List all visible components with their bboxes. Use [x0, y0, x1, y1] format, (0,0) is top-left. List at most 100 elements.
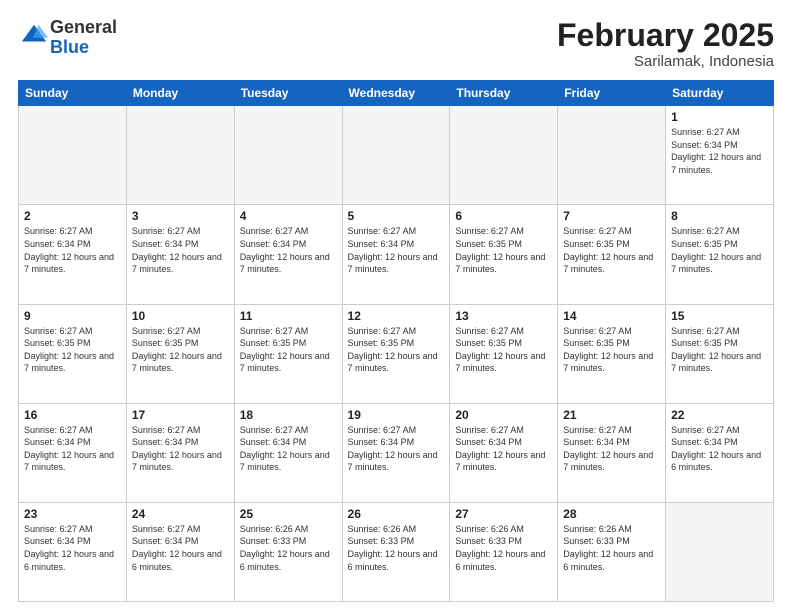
cell-w5-d1: 23 Sunrise: 6:27 AM Sunset: 6:34 PM Dayli…	[19, 502, 127, 601]
cell-w3-d4: 12 Sunrise: 6:27 AM Sunset: 6:35 PM Dayli…	[342, 304, 450, 403]
day-number: 9	[24, 309, 121, 323]
day-number: 23	[24, 507, 121, 521]
day-info: Sunrise: 6:27 AM Sunset: 6:34 PM Dayligh…	[132, 424, 229, 474]
cell-w5-d4: 26 Sunrise: 6:26 AM Sunset: 6:33 PM Dayli…	[342, 502, 450, 601]
day-info: Sunrise: 6:26 AM Sunset: 6:33 PM Dayligh…	[348, 523, 445, 573]
day-number: 15	[671, 309, 768, 323]
day-info: Sunrise: 6:27 AM Sunset: 6:35 PM Dayligh…	[671, 225, 768, 275]
day-number: 8	[671, 209, 768, 223]
cell-w3-d1: 9 Sunrise: 6:27 AM Sunset: 6:35 PM Daylig…	[19, 304, 127, 403]
calendar-subtitle: Sarilamak, Indonesia	[557, 53, 774, 70]
day-number: 21	[563, 408, 660, 422]
day-info: Sunrise: 6:27 AM Sunset: 6:34 PM Dayligh…	[24, 424, 121, 474]
header: General Blue February 2025 Sarilamak, In…	[18, 18, 774, 70]
calendar-title: February 2025	[557, 18, 774, 53]
day-number: 20	[455, 408, 552, 422]
cell-w1-d5	[450, 106, 558, 205]
cell-w2-d5: 6 Sunrise: 6:27 AM Sunset: 6:35 PM Daylig…	[450, 205, 558, 304]
day-number: 14	[563, 309, 660, 323]
cell-w4-d2: 17 Sunrise: 6:27 AM Sunset: 6:34 PM Dayli…	[126, 403, 234, 502]
cell-w4-d1: 16Sunrise: 6:27 AM Sunset: 6:34 PM Dayli…	[19, 403, 127, 502]
calendar-table: Sunday Monday Tuesday Wednesday Thursday…	[18, 80, 774, 602]
page: General Blue February 2025 Sarilamak, In…	[0, 0, 792, 612]
col-saturday: Saturday	[666, 81, 774, 106]
cell-w4-d5: 20Sunrise: 6:27 AM Sunset: 6:34 PM Dayli…	[450, 403, 558, 502]
col-sunday: Sunday	[19, 81, 127, 106]
cell-w4-d7: 22 Sunrise: 6:27 AM Sunset: 6:34 PM Dayli…	[666, 403, 774, 502]
day-number: 10	[132, 309, 229, 323]
cell-w2-d1: 2 Sunrise: 6:27 AM Sunset: 6:34 PM Daylig…	[19, 205, 127, 304]
day-number: 5	[348, 209, 445, 223]
day-number: 7	[563, 209, 660, 223]
cell-w1-d6	[558, 106, 666, 205]
col-monday: Monday	[126, 81, 234, 106]
day-number: 28	[563, 507, 660, 521]
day-number: 18	[240, 408, 337, 422]
cell-w4-d4: 19 Sunrise: 6:27 AM Sunset: 6:34 PM Dayli…	[342, 403, 450, 502]
week-row-2: 2 Sunrise: 6:27 AM Sunset: 6:34 PM Daylig…	[19, 205, 774, 304]
cell-w5-d6: 28 Sunrise: 6:26 AM Sunset: 6:33 PM Dayli…	[558, 502, 666, 601]
day-number: 17	[132, 408, 229, 422]
week-row-5: 23 Sunrise: 6:27 AM Sunset: 6:34 PM Dayli…	[19, 502, 774, 601]
day-number: 2	[24, 209, 121, 223]
day-info: Sunrise: 6:27 AM Sunset: 6:34 PM Dayligh…	[240, 225, 337, 275]
day-info: Sunrise: 6:27 AM Sunset: 6:35 PM Dayligh…	[671, 325, 768, 375]
day-info: Sunrise: 6:27 AM Sunset: 6:34 PM Dayligh…	[24, 523, 121, 573]
day-number: 13	[455, 309, 552, 323]
logo-icon	[20, 21, 48, 49]
col-thursday: Thursday	[450, 81, 558, 106]
day-number: 1	[671, 110, 768, 124]
day-info: Sunrise: 6:27 AM Sunset: 6:34 PM Dayligh…	[24, 225, 121, 275]
day-number: 22	[671, 408, 768, 422]
day-number: 26	[348, 507, 445, 521]
day-info: Sunrise: 6:27 AM Sunset: 6:34 PM Dayligh…	[348, 424, 445, 474]
cell-w3-d7: 15 Sunrise: 6:27 AM Sunset: 6:35 PM Dayli…	[666, 304, 774, 403]
day-number: 12	[348, 309, 445, 323]
header-row: Sunday Monday Tuesday Wednesday Thursday…	[19, 81, 774, 106]
day-number: 6	[455, 209, 552, 223]
cell-w2-d7: 8 Sunrise: 6:27 AM Sunset: 6:35 PM Daylig…	[666, 205, 774, 304]
col-friday: Friday	[558, 81, 666, 106]
logo-text: General Blue	[50, 18, 117, 58]
cell-w1-d2	[126, 106, 234, 205]
logo-blue: Blue	[50, 37, 89, 57]
day-info: Sunrise: 6:27 AM Sunset: 6:34 PM Dayligh…	[348, 225, 445, 275]
cell-w1-d4	[342, 106, 450, 205]
day-info: Sunrise: 6:27 AM Sunset: 6:35 PM Dayligh…	[563, 225, 660, 275]
cell-w1-d1	[19, 106, 127, 205]
day-info: Sunrise: 6:27 AM Sunset: 6:34 PM Dayligh…	[563, 424, 660, 474]
week-row-3: 9 Sunrise: 6:27 AM Sunset: 6:35 PM Daylig…	[19, 304, 774, 403]
day-info: Sunrise: 6:26 AM Sunset: 6:33 PM Dayligh…	[563, 523, 660, 573]
logo: General Blue	[18, 18, 117, 58]
day-info: Sunrise: 6:27 AM Sunset: 6:34 PM Dayligh…	[240, 424, 337, 474]
day-number: 3	[132, 209, 229, 223]
cell-w5-d2: 24Sunrise: 6:27 AM Sunset: 6:34 PM Dayli…	[126, 502, 234, 601]
cell-w4-d3: 18 Sunrise: 6:27 AM Sunset: 6:34 PM Dayli…	[234, 403, 342, 502]
cell-w4-d6: 21 Sunrise: 6:27 AM Sunset: 6:34 PM Dayli…	[558, 403, 666, 502]
day-info: Sunrise: 6:26 AM Sunset: 6:33 PM Dayligh…	[455, 523, 552, 573]
day-info: Sunrise: 6:27 AM Sunset: 6:35 PM Dayligh…	[455, 225, 552, 275]
day-info: Sunrise: 6:27 AM Sunset: 6:35 PM Dayligh…	[348, 325, 445, 375]
col-wednesday: Wednesday	[342, 81, 450, 106]
title-block: February 2025 Sarilamak, Indonesia	[557, 18, 774, 70]
day-info: Sunrise: 6:27 AM Sunset: 6:35 PM Dayligh…	[132, 325, 229, 375]
cell-w3-d5: 13 Sunrise: 6:27 AM Sunset: 6:35 PM Dayli…	[450, 304, 558, 403]
day-number: 25	[240, 507, 337, 521]
cell-w2-d2: 3Sunrise: 6:27 AM Sunset: 6:34 PM Daylig…	[126, 205, 234, 304]
day-info: Sunrise: 6:27 AM Sunset: 6:34 PM Dayligh…	[671, 424, 768, 474]
day-info: Sunrise: 6:27 AM Sunset: 6:35 PM Dayligh…	[455, 325, 552, 375]
cell-w3-d3: 11Sunrise: 6:27 AM Sunset: 6:35 PM Dayli…	[234, 304, 342, 403]
day-info: Sunrise: 6:27 AM Sunset: 6:34 PM Dayligh…	[132, 523, 229, 573]
cell-w2-d4: 5 Sunrise: 6:27 AM Sunset: 6:34 PM Daylig…	[342, 205, 450, 304]
cell-w2-d6: 7 Sunrise: 6:27 AM Sunset: 6:35 PM Daylig…	[558, 205, 666, 304]
week-row-1: 1 Sunrise: 6:27 AM Sunset: 6:34 PM Daylig…	[19, 106, 774, 205]
cell-w3-d2: 10 Sunrise: 6:27 AM Sunset: 6:35 PM Dayli…	[126, 304, 234, 403]
day-number: 4	[240, 209, 337, 223]
week-row-4: 16Sunrise: 6:27 AM Sunset: 6:34 PM Dayli…	[19, 403, 774, 502]
day-info: Sunrise: 6:27 AM Sunset: 6:34 PM Dayligh…	[671, 126, 768, 176]
day-number: 11	[240, 309, 337, 323]
cell-w5-d5: 27Sunrise: 6:26 AM Sunset: 6:33 PM Dayli…	[450, 502, 558, 601]
day-info: Sunrise: 6:27 AM Sunset: 6:35 PM Dayligh…	[24, 325, 121, 375]
cell-w5-d7	[666, 502, 774, 601]
day-number: 19	[348, 408, 445, 422]
